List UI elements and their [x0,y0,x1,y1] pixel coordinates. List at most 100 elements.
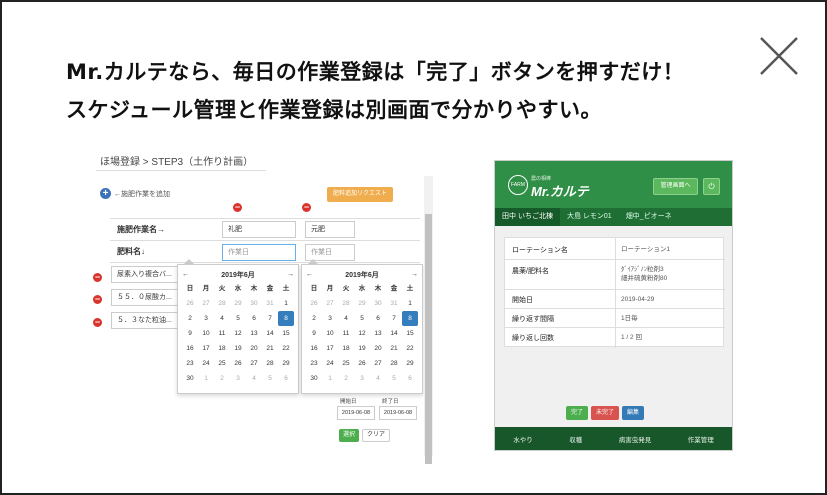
calendar-day[interactable]: 24 [198,356,214,371]
calendar-day[interactable]: 28 [386,356,402,371]
calendar-day[interactable]: 13 [246,326,262,341]
calendar-day[interactable]: 12 [354,326,370,341]
calendar-day[interactable]: 3 [230,371,246,386]
tab-field-2[interactable]: 大島 レモン01 [560,208,619,226]
calendar-day[interactable]: 27 [198,296,214,311]
calendar-day[interactable]: 4 [370,371,386,386]
tab-field-1[interactable]: 田中 いちご北棟 [495,208,560,226]
calendar-day[interactable]: 15 [402,326,418,341]
work-date-input[interactable]: 作業日 [222,244,296,261]
calendar-day[interactable]: 7 [262,311,278,326]
calendar-day[interactable]: 23 [306,356,322,371]
end-date-input[interactable]: 2019-06-08 [379,406,417,420]
calendar-day[interactable]: 17 [198,341,214,356]
footer-work-management[interactable]: 作業管理 [688,434,714,444]
calendar-day[interactable]: 4 [214,311,230,326]
clear-button[interactable]: クリア [362,429,390,442]
calendar-day[interactable]: 6 [278,371,294,386]
tab-field-3[interactable]: 畑中_ピオーネ [619,208,679,226]
calendar-day[interactable]: 3 [322,311,338,326]
calendar-day[interactable]: 2 [182,311,198,326]
calendar-day[interactable]: 30 [182,371,198,386]
prev-month-icon[interactable]: ← [306,271,313,278]
calendar-day[interactable]: 7 [386,311,402,326]
footer-harvest[interactable]: 収穫 [569,434,582,444]
calendar-day[interactable]: 29 [354,296,370,311]
calendar-day[interactable]: 2 [214,371,230,386]
calendar-day[interactable]: 10 [198,326,214,341]
complete-button[interactable]: 完了 [566,406,589,420]
calendar-day[interactable]: 22 [402,341,418,356]
start-date-input[interactable]: 2019-06-08 [337,406,375,420]
calendar-day[interactable]: 5 [262,371,278,386]
work-name-input[interactable]: 元肥 [305,221,355,238]
calendar-day[interactable]: 13 [370,326,386,341]
calendar-day[interactable]: 28 [262,356,278,371]
manage-screen-button[interactable]: 管理画面へ [653,178,698,195]
calendar-day[interactable]: 19 [354,341,370,356]
calendar-day[interactable]: 25 [338,356,354,371]
calendar-day[interactable]: 29 [278,356,294,371]
calendar-day[interactable]: 12 [230,326,246,341]
calendar-day[interactable]: 26 [230,356,246,371]
calendar-day[interactable]: 26 [306,296,322,311]
calendar-day[interactable]: 31 [386,296,402,311]
power-icon[interactable]: ⏻ [703,178,720,195]
calendar-day[interactable]: 21 [386,341,402,356]
fertilizer-input[interactable]: ５．３なた粒油... [111,312,179,329]
calendar-day[interactable]: 27 [322,296,338,311]
plus-icon[interactable]: + [100,188,111,199]
calendar-day[interactable]: 1 [198,371,214,386]
calendar-day[interactable]: 30 [370,296,386,311]
calendar-day[interactable]: 8 [402,311,418,326]
calendar-day[interactable]: 2 [306,311,322,326]
calendar-day[interactable]: 28 [338,296,354,311]
calendar-day[interactable]: 4 [338,311,354,326]
calendar-day[interactable]: 10 [322,326,338,341]
add-fertilizer-row[interactable]: + ←施肥作業を追加 [100,188,170,199]
next-month-icon[interactable]: → [411,271,418,278]
incomplete-button[interactable]: 未完了 [591,406,620,420]
remove-row-icon[interactable]: − [93,295,102,304]
calendar-day[interactable]: 1 [278,296,294,311]
remove-row-icon[interactable]: − [93,273,102,282]
calendar-day[interactable]: 5 [386,371,402,386]
calendar-day[interactable]: 20 [370,341,386,356]
calendar-day[interactable]: 14 [386,326,402,341]
calendar-day[interactable]: 11 [338,326,354,341]
select-button[interactable]: 選択 [339,429,359,442]
calendar-day[interactable]: 14 [262,326,278,341]
calendar-day[interactable]: 16 [182,341,198,356]
scrollbar[interactable] [424,176,433,464]
calendar-day[interactable]: 31 [262,296,278,311]
calendar-day[interactable]: 30 [246,296,262,311]
calendar-day[interactable]: 30 [306,371,322,386]
calendar-day[interactable]: 11 [214,326,230,341]
calendar-day[interactable]: 2 [338,371,354,386]
calendar-day[interactable]: 23 [182,356,198,371]
calendar-day[interactable]: 5 [230,311,246,326]
calendar-day[interactable]: 24 [322,356,338,371]
fertilizer-input[interactable]: ５５．０尿酸カ... [111,289,179,306]
fertilizer-input[interactable]: 尿素入り複合バ... [111,266,179,283]
calendar-day[interactable]: 29 [230,296,246,311]
calendar-day[interactable]: 3 [198,311,214,326]
calendar-day[interactable]: 19 [230,341,246,356]
next-month-icon[interactable]: → [287,271,294,278]
calendar-day[interactable]: 29 [402,356,418,371]
scrollbar-thumb[interactable] [425,214,432,464]
calendar-day[interactable]: 20 [246,341,262,356]
calendar-day[interactable]: 8 [278,311,294,326]
calendar-day[interactable]: 1 [322,371,338,386]
work-name-input[interactable]: 礼肥 [222,221,296,238]
calendar-day[interactable]: 28 [214,296,230,311]
remove-column-icon[interactable]: − [302,203,311,212]
calendar-day[interactable]: 26 [182,296,198,311]
calendar-day[interactable]: 16 [306,341,322,356]
calendar-day[interactable]: 5 [354,311,370,326]
footer-pest[interactable]: 病害虫発見 [619,434,652,444]
calendar-day[interactable]: 25 [214,356,230,371]
calendar-day[interactable]: 6 [246,311,262,326]
calendar-day[interactable]: 27 [370,356,386,371]
calendar-day[interactable]: 4 [246,371,262,386]
